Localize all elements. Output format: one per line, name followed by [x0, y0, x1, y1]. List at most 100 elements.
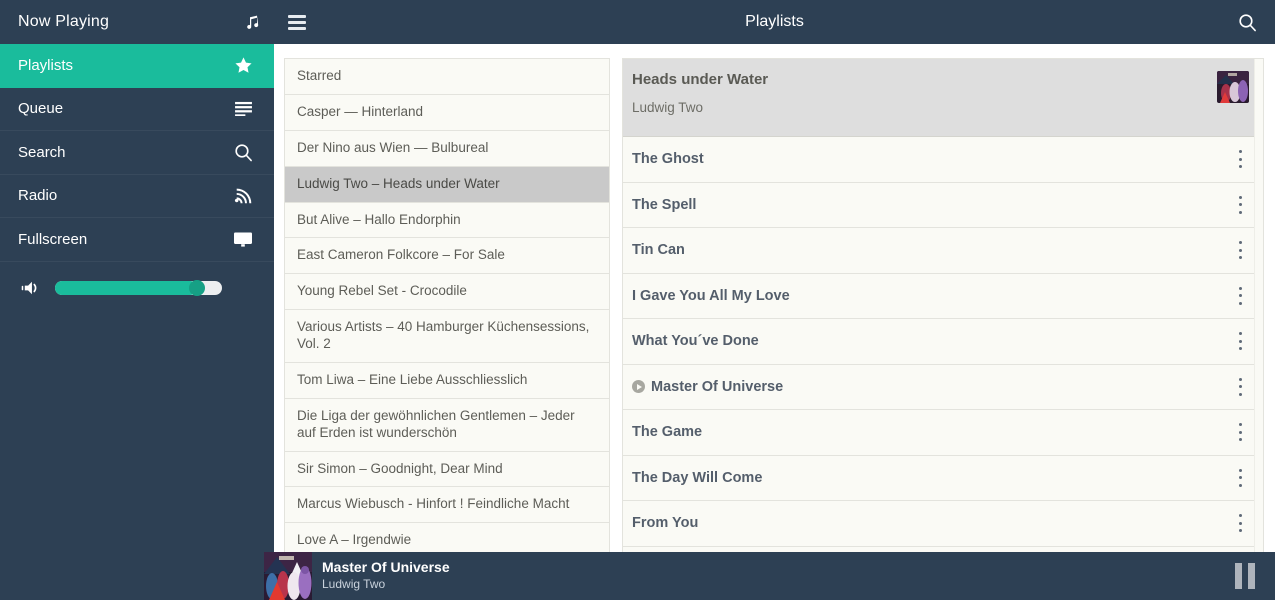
track-name: The Game	[632, 424, 1233, 440]
track-rows: The Ghost The Spell Tin Can I Gave You All …	[623, 137, 1263, 547]
monitor-icon	[232, 228, 254, 250]
playlist-item-label: Marcus Wiebusch - Hinfort ! Feindliche M…	[297, 496, 569, 511]
now-playing-bar[interactable]: Now Playing	[0, 0, 274, 44]
hamburger-menu-icon[interactable]	[288, 15, 306, 30]
kebab-menu-icon[interactable]	[1233, 378, 1247, 396]
main-content: Starred Casper — Hinterland Der Nino aus W…	[274, 44, 1275, 600]
track-name: Tin Can	[632, 242, 1233, 258]
track-list-scrollbar[interactable]	[1254, 59, 1263, 600]
top-bar: Now Playing Playlists	[0, 0, 1275, 44]
track-row[interactable]: The Game	[623, 410, 1263, 456]
track-title: From You	[632, 515, 698, 531]
track-row[interactable]: What You´ve Done	[623, 319, 1263, 365]
sidebar-item-label: Fullscreen	[18, 231, 87, 248]
playlist-item[interactable]: Der Nino aus Wien — Bulbureal	[285, 131, 609, 167]
kebab-menu-icon[interactable]	[1233, 514, 1247, 532]
sidebar: Playlists Queue Search	[0, 44, 274, 600]
track-title: What You´ve Done	[632, 333, 759, 349]
playlist-item[interactable]: Sir Simon – Goodnight, Dear Mind	[285, 452, 609, 488]
track-row[interactable]: The Day Will Come	[623, 456, 1263, 502]
playlist-item-label: Ludwig Two – Heads under Water	[297, 176, 500, 191]
playlist-list[interactable]: Starred Casper — Hinterland Der Nino aus W…	[284, 58, 610, 600]
playlist-item-label: But Alive – Hallo Endorphin	[297, 212, 461, 227]
album-header: Heads under Water Ludwig Two	[623, 59, 1263, 137]
sidebar-item-fullscreen[interactable]: Fullscreen	[0, 218, 274, 262]
track-name: The Day Will Come	[632, 470, 1233, 486]
music-note-icon	[244, 14, 260, 30]
playlist-item-label: Young Rebel Set - Crocodile	[297, 283, 467, 298]
playlist-item-label: Die Liga der gewöhnlichen Gentlemen – Je…	[297, 408, 575, 440]
album-header-text: Heads under Water Ludwig Two	[632, 71, 1207, 115]
track-name: Master Of Universe	[632, 379, 1233, 395]
sidebar-item-radio[interactable]: Radio	[0, 175, 274, 219]
playlist-item-label: Der Nino aus Wien — Bulbureal	[297, 140, 488, 155]
pause-icon[interactable]	[1235, 563, 1255, 589]
playlist-item[interactable]: Die Liga der gewöhnlichen Gentlemen – Je…	[285, 399, 609, 452]
track-title: The Game	[632, 424, 702, 440]
playlist-item-label: Casper — Hinterland	[297, 104, 423, 119]
kebab-menu-icon[interactable]	[1233, 332, 1247, 350]
track-row[interactable]: The Spell	[623, 183, 1263, 229]
list-icon	[232, 98, 254, 120]
track-name: I Gave You All My Love	[632, 288, 1233, 304]
track-name: From You	[632, 515, 1233, 531]
search-icon	[232, 141, 254, 163]
track-row[interactable]: Master Of Universe	[623, 365, 1263, 411]
playlist-item-label: Sir Simon – Goodnight, Dear Mind	[297, 461, 503, 476]
track-row[interactable]: The Ghost	[623, 137, 1263, 183]
volume-control[interactable]	[0, 262, 274, 296]
playlist-item-label: Various Artists – 40 Hamburger Küchenses…	[297, 319, 589, 351]
track-name: What You´ve Done	[632, 333, 1233, 349]
volume-slider-knob[interactable]	[189, 280, 205, 296]
kebab-menu-icon[interactable]	[1233, 196, 1247, 214]
playlist-item[interactable]: But Alive – Hallo Endorphin	[285, 203, 609, 239]
sidebar-item-playlists[interactable]: Playlists	[0, 44, 274, 88]
track-title: I Gave You All My Love	[632, 288, 790, 304]
player-bar: Master Of Universe Ludwig Two	[264, 552, 1275, 600]
playlist-item[interactable]: Ludwig Two – Heads under Water	[285, 167, 609, 203]
track-name: The Ghost	[632, 151, 1233, 167]
playlist-item[interactable]: Marcus Wiebusch - Hinfort ! Feindliche M…	[285, 487, 609, 523]
playlist-item[interactable]: Tom Liwa – Eine Liebe Ausschliesslich	[285, 363, 609, 399]
playlist-item[interactable]: Starred	[285, 59, 609, 95]
header-bar: Playlists	[274, 0, 1275, 44]
kebab-menu-icon[interactable]	[1233, 423, 1247, 441]
track-name: The Spell	[632, 197, 1233, 213]
player-track-meta: Master Of Universe Ludwig Two	[312, 559, 1235, 592]
volume-slider-track[interactable]	[55, 281, 222, 295]
playlist-item[interactable]: Various Artists – 40 Hamburger Küchenses…	[285, 310, 609, 363]
playlist-item[interactable]: East Cameron Folkcore – For Sale	[285, 238, 609, 274]
sidebar-item-label: Queue	[18, 100, 63, 117]
track-title: The Day Will Come	[632, 470, 762, 486]
track-row[interactable]: From You	[623, 501, 1263, 547]
album-art-cover	[264, 552, 312, 600]
volume-icon	[20, 280, 41, 296]
kebab-menu-icon[interactable]	[1233, 469, 1247, 487]
playlist-item-label: Tom Liwa – Eine Liebe Ausschliesslich	[297, 372, 527, 387]
volume-slider-fill	[55, 281, 197, 295]
now-playing-label: Now Playing	[18, 13, 109, 31]
kebab-menu-icon[interactable]	[1233, 287, 1247, 305]
track-row[interactable]: I Gave You All My Love	[623, 274, 1263, 320]
search-icon[interactable]	[1238, 13, 1257, 32]
playlist-item-label: Starred	[297, 68, 341, 83]
track-title: Tin Can	[632, 242, 685, 258]
playlist-item[interactable]: Casper — Hinterland	[285, 95, 609, 131]
playlist-item[interactable]: Young Rebel Set - Crocodile	[285, 274, 609, 310]
kebab-menu-icon[interactable]	[1233, 150, 1247, 168]
now-playing-icon	[632, 380, 645, 393]
player-track-title: Master Of Universe	[322, 559, 1235, 577]
album-artist: Ludwig Two	[632, 100, 1207, 115]
track-title: Master Of Universe	[651, 379, 783, 395]
sidebar-item-search[interactable]: Search	[0, 131, 274, 175]
track-list-panel: Heads under Water Ludwig Two	[622, 58, 1264, 600]
track-title: The Spell	[632, 197, 696, 213]
kebab-menu-icon[interactable]	[1233, 241, 1247, 259]
sidebar-item-label: Search	[18, 144, 66, 161]
sidebar-item-label: Playlists	[18, 57, 73, 74]
track-row[interactable]: Tin Can	[623, 228, 1263, 274]
album-art-thumbnail	[1217, 71, 1249, 103]
music-player-window: Now Playing Playlists Playlists	[0, 0, 1275, 600]
sidebar-item-queue[interactable]: Queue	[0, 88, 274, 132]
album-title: Heads under Water	[632, 71, 1207, 88]
